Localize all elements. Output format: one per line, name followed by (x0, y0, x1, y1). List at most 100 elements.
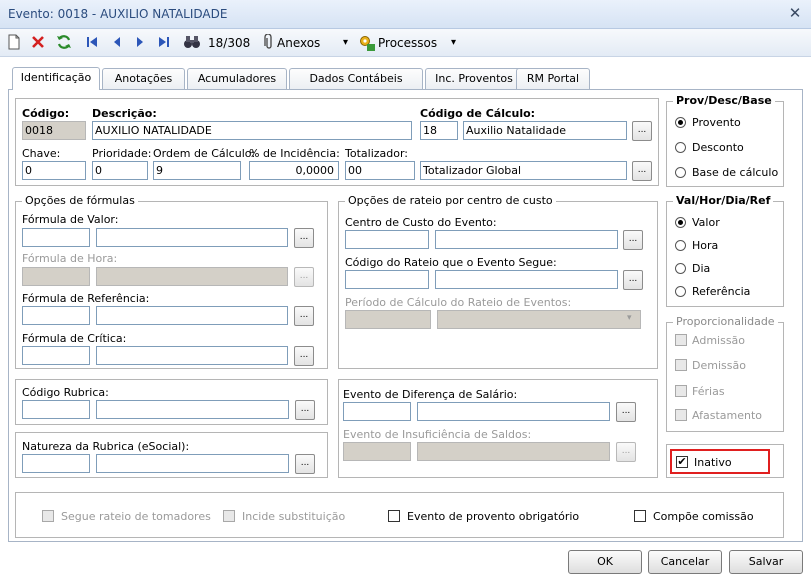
natureza-rubrica-label: Natureza da Rubrica (eSocial): (22, 440, 190, 453)
evento-insuficiencia-browse: ... (616, 442, 636, 462)
formula-referencia-browse[interactable]: ... (294, 306, 314, 326)
last-record-icon[interactable] (158, 34, 170, 52)
periodo-dropdown-icon: ▾ (627, 313, 632, 323)
evento-diferenca-code[interactable] (343, 402, 411, 421)
formula-critica-browse[interactable]: ... (294, 346, 314, 366)
incidencia-label: % de Incidência: (249, 147, 340, 160)
inativo-checkbox[interactable]: ✔ (676, 456, 688, 468)
tab-inc-proventos[interactable]: Inc. Proventos (425, 68, 523, 89)
codigo-calculo-field[interactable]: 18 (420, 121, 458, 140)
codigo-rubrica-code[interactable] (22, 400, 90, 419)
codigo-calculo-label: Código de Cálculo: (420, 107, 536, 120)
natureza-rubrica-code[interactable] (22, 454, 90, 473)
dia-label: Dia (692, 262, 711, 275)
codigo-rateio-browse[interactable]: ... (623, 270, 643, 290)
evento-diferenca-label: Evento de Diferença de Salário: (343, 388, 518, 401)
delete-icon[interactable] (30, 34, 46, 52)
next-record-icon[interactable] (135, 34, 145, 52)
formula-referencia-code[interactable] (22, 306, 90, 325)
evento-diferenca-desc[interactable] (417, 402, 610, 421)
periodo-calculo-code (345, 310, 431, 329)
centro-custo-browse[interactable]: ... (623, 230, 643, 250)
anexos-dropdown-icon[interactable]: ▾ (343, 34, 348, 52)
tab-dados-contabeis[interactable]: Dados Contábeis (289, 68, 423, 89)
paperclip-icon[interactable] (264, 34, 274, 52)
totalizador-name-field[interactable]: Totalizador Global (420, 161, 627, 180)
formula-valor-label: Fórmula de Valor: (22, 213, 119, 226)
evento-diferenca-browse[interactable]: ... (616, 402, 636, 422)
close-icon[interactable]: ✕ (787, 5, 803, 21)
tab-rm-portal[interactable]: RM Portal (516, 68, 590, 89)
radio-desconto[interactable] (675, 142, 686, 153)
formula-referencia-desc[interactable] (96, 306, 288, 325)
tab-acumuladores[interactable]: Acumuladores (187, 68, 287, 89)
afastamento-checkbox (675, 409, 687, 421)
formula-valor-browse[interactable]: ... (294, 228, 314, 248)
radio-hora[interactable] (675, 240, 686, 251)
compoe-comissao-checkbox[interactable] (634, 510, 646, 522)
first-record-icon[interactable] (86, 34, 98, 52)
new-document-icon[interactable] (7, 34, 21, 52)
ok-button[interactable]: OK (568, 550, 642, 574)
natureza-rubrica-desc[interactable] (96, 454, 289, 473)
descricao-label: Descrição: (92, 107, 157, 120)
radio-provento[interactable] (675, 117, 686, 128)
codigo-rateio-desc[interactable] (435, 270, 618, 289)
centro-custo-code[interactable] (345, 230, 429, 249)
totalizador-code-field[interactable]: 00 (345, 161, 415, 180)
natureza-rubrica-browse[interactable]: ... (295, 454, 315, 474)
codigo-field[interactable]: 0018 (22, 121, 86, 140)
salvar-button[interactable]: Salvar (729, 550, 803, 574)
referencia-label: Referência (692, 285, 751, 298)
valor-label: Valor (692, 216, 720, 229)
formula-valor-code[interactable] (22, 228, 90, 247)
evento-provento-obrigatorio-label: Evento de provento obrigatório (407, 510, 580, 523)
totalizador-browse-button[interactable]: ... (632, 161, 652, 181)
formula-valor-desc[interactable] (96, 228, 288, 247)
centro-custo-desc[interactable] (435, 230, 618, 249)
base-calculo-label: Base de cálculo (692, 166, 779, 179)
tab-identificacao[interactable]: Identificação (12, 67, 100, 90)
incidencia-field[interactable]: 0,0000 (249, 161, 339, 180)
segue-rateio-label: Segue rateio de tomadores (61, 510, 211, 523)
chave-field[interactable]: 0 (22, 161, 86, 180)
formula-critica-code[interactable] (22, 346, 90, 365)
evento-provento-obrigatorio-checkbox[interactable] (388, 510, 400, 522)
anexos-button[interactable]: Anexos (277, 34, 320, 52)
codigo-rubrica-browse[interactable]: ... (295, 400, 315, 420)
codigo-rubrica-desc[interactable] (96, 400, 289, 419)
ordem-calculo-field[interactable]: 9 (153, 161, 241, 180)
processos-dropdown-icon[interactable]: ▾ (451, 34, 456, 52)
provento-label: Provento (692, 116, 741, 129)
inativo-label: Inativo (694, 456, 732, 469)
cancelar-button[interactable]: Cancelar (648, 550, 722, 574)
formula-hora-desc (96, 267, 288, 286)
formula-hora-label: Fórmula de Hora: (22, 252, 118, 265)
calculo-browse-button[interactable]: ... (632, 121, 652, 141)
title-bar: Evento: 0018 - AUXILIO NATALIDADE ✕ (0, 0, 811, 29)
ordem-calculo-label: Ordem de Cálculo: (153, 147, 256, 160)
evento-insuficiencia-code (343, 442, 411, 461)
radio-valor[interactable] (675, 217, 686, 228)
previous-record-icon[interactable] (112, 34, 122, 52)
radio-referencia[interactable] (675, 286, 686, 297)
afastamento-label: Afastamento (692, 409, 763, 422)
toolbar: 18/308 Anexos ▾ Processos ▾ (0, 29, 811, 57)
incide-substituicao-checkbox (223, 510, 235, 522)
calculo-name-field[interactable]: Auxilio Natalidade (463, 121, 627, 140)
codigo-label: Código: (22, 107, 70, 120)
record-position: 18/308 (208, 36, 251, 50)
processos-button[interactable]: Processos (378, 34, 437, 52)
hora-label: Hora (692, 239, 719, 252)
codigo-rateio-code[interactable] (345, 270, 429, 289)
tab-anotacoes[interactable]: Anotações (102, 68, 185, 89)
refresh-icon[interactable] (56, 34, 72, 52)
rateio-legend: Opções de rateio por centro de custo (345, 194, 556, 207)
formula-critica-desc[interactable] (96, 346, 288, 365)
descricao-field[interactable]: AUXILIO NATALIDADE (92, 121, 412, 140)
processos-icon[interactable] (358, 34, 376, 52)
binoculars-icon[interactable] (183, 34, 201, 52)
prioridade-field[interactable]: 0 (92, 161, 148, 180)
radio-base-calculo[interactable] (675, 167, 686, 178)
radio-dia[interactable] (675, 263, 686, 274)
